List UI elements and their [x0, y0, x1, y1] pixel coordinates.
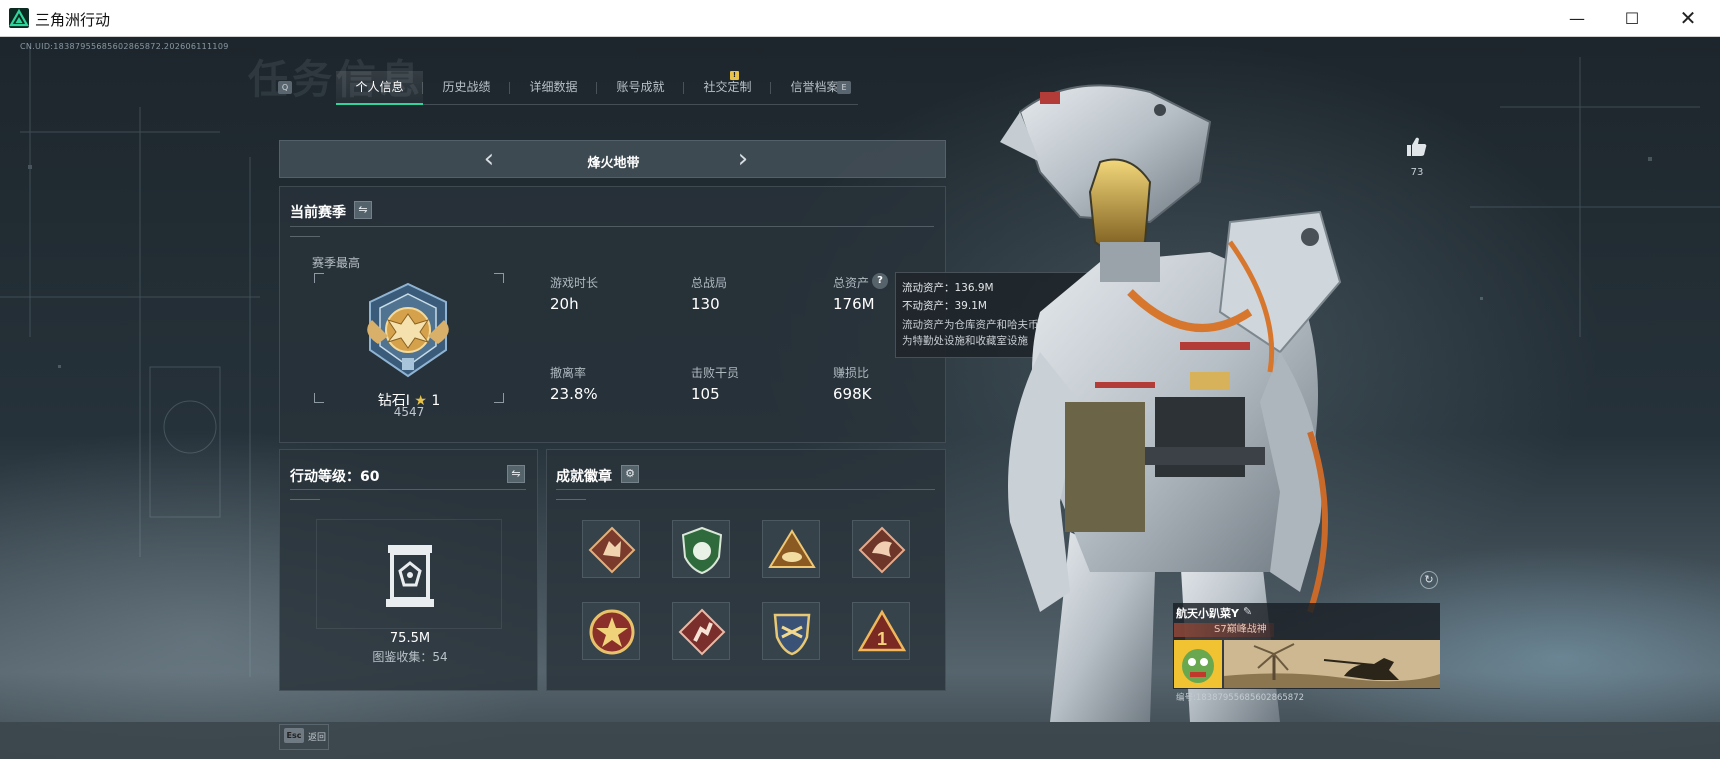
badges-title: 成就徽章: [556, 469, 612, 485]
collection-display-case-icon[interactable]: [380, 541, 440, 611]
tab-social[interactable]: 社交定制: [684, 71, 771, 105]
number-one-badge-icon: 1: [857, 609, 907, 652]
tab-label: 个人信息: [355, 80, 404, 94]
like-count: 73: [1410, 167, 1424, 178]
window-title: 三角洲行动: [35, 11, 111, 29]
runner-badge-icon: [678, 608, 726, 656]
tab-bar: 个人信息 历史战绩 详细数据 账号成就 社交定制 信誉档案: [336, 71, 858, 105]
star-emblem-badge-icon: [589, 609, 635, 655]
stat-value-profit: 698K: [833, 385, 872, 403]
badge-wolf[interactable]: [582, 520, 640, 578]
minimize-button[interactable]: —: [1549, 0, 1605, 37]
shield-badge-icon: [681, 526, 723, 575]
stat-value-playtime: 20h: [550, 295, 579, 313]
windmill-rider-banner-icon: [1224, 640, 1440, 688]
stat-value-kills: 105: [691, 385, 720, 403]
tab-label: 历史战绩: [442, 80, 491, 94]
level-divider: [290, 489, 526, 490]
badges-settings-button[interactable]: ⚙: [621, 465, 639, 483]
diamond-rank-medal-icon: [367, 282, 449, 378]
season-divider: [290, 226, 934, 227]
badge-triangle[interactable]: [762, 520, 820, 578]
level-collection: 图鉴收集：54: [372, 650, 448, 664]
level-value: 75.5M: [389, 631, 431, 646]
player-avatar[interactable]: [1174, 640, 1222, 688]
season-best-label: 赛季最高: [312, 256, 361, 270]
svg-text:1: 1: [877, 629, 887, 649]
close-button[interactable]: ✕: [1660, 0, 1716, 37]
level-title: 行动等级：60: [290, 469, 380, 485]
crest-badge-icon: [773, 613, 811, 656]
tab-history[interactable]: 历史战绩: [423, 71, 510, 105]
tab-personal-info[interactable]: 个人信息: [336, 71, 423, 105]
dragon-badge-icon: [858, 526, 906, 574]
season-title: 当前赛季: [290, 205, 346, 221]
tab-label: 详细数据: [529, 80, 578, 94]
edit-name-icon[interactable]: ✎: [1243, 605, 1252, 618]
esc-key-icon: Esc: [284, 728, 304, 743]
tab-prev-key[interactable]: Q: [278, 81, 292, 94]
rank-score: 4547: [393, 405, 425, 419]
badge-runner[interactable]: [672, 602, 730, 660]
level-mini-divider: [290, 499, 320, 500]
tab-alert-badge: !: [730, 71, 739, 80]
badge-dragon[interactable]: [852, 520, 910, 578]
tab-detailed-data[interactable]: 详细数据: [510, 71, 597, 105]
stat-label-kills: 击败干员: [691, 366, 740, 380]
avatar-image-icon: [1174, 640, 1222, 688]
stat-value-matches: 130: [691, 295, 720, 313]
tab-next-key[interactable]: E: [837, 81, 851, 94]
like-thumbs-up-icon[interactable]: [1405, 135, 1429, 159]
tab-achievements[interactable]: 账号成就: [597, 71, 684, 105]
app-root: 三角洲行动 — ☐ ✕ CN.UID:18387955685602865872.…: [0, 0, 1720, 759]
badge-crest[interactable]: [762, 602, 820, 660]
badges-divider: [556, 489, 935, 490]
tab-label: 信誉档案: [790, 80, 839, 94]
maximize-button[interactable]: ☐: [1604, 0, 1660, 37]
app-logo-icon: [9, 8, 29, 28]
bottom-bar: [0, 722, 1720, 759]
badges-mini-divider: [556, 499, 586, 500]
season-mini-divider: [290, 236, 320, 237]
wolf-badge-icon: [588, 526, 636, 574]
badge-number-one[interactable]: 1: [852, 602, 910, 660]
player-name: 航天小趴菜Y: [1176, 607, 1239, 620]
stat-label-assets: 总资产: [833, 276, 870, 290]
rotate-refresh-icon[interactable]: ↻: [1420, 571, 1438, 589]
mode-next-button[interactable]: ›: [730, 146, 756, 174]
triangle-badge-icon: [768, 529, 816, 568]
window-titlebar: 三角洲行动 — ☐ ✕: [0, 0, 1720, 37]
stat-label-profit: 赚损比: [833, 366, 870, 380]
stat-label-playtime: 游戏时长: [550, 276, 599, 290]
mode-label: 烽火地带: [587, 156, 640, 171]
stat-value-extraction: 23.8%: [550, 385, 598, 403]
back-label: 返回: [308, 733, 327, 743]
stat-label-matches: 总战局: [691, 276, 728, 290]
tab-label: 社交定制: [703, 80, 752, 94]
player-title-tag: S7巅峰战神: [1174, 623, 1274, 637]
season-swap-button[interactable]: ⇋: [354, 201, 372, 219]
level-swap-button[interactable]: ⇋: [507, 465, 525, 483]
player-uid: 编号:18387955685602865872: [1176, 693, 1305, 703]
stat-value-assets: 176M: [833, 295, 875, 313]
badge-shield[interactable]: [672, 520, 730, 578]
mode-selector: ‹ 烽火地带 ›: [279, 140, 946, 178]
tab-label: 账号成就: [616, 80, 665, 94]
player-banner: [1224, 640, 1440, 688]
stat-label-extraction: 撤离率: [550, 366, 587, 380]
uid-label: CN.UID:18387955685602865872.202606111109: [20, 42, 229, 51]
badge-star-emblem[interactable]: [582, 602, 640, 660]
assets-help-icon[interactable]: ?: [872, 273, 888, 289]
